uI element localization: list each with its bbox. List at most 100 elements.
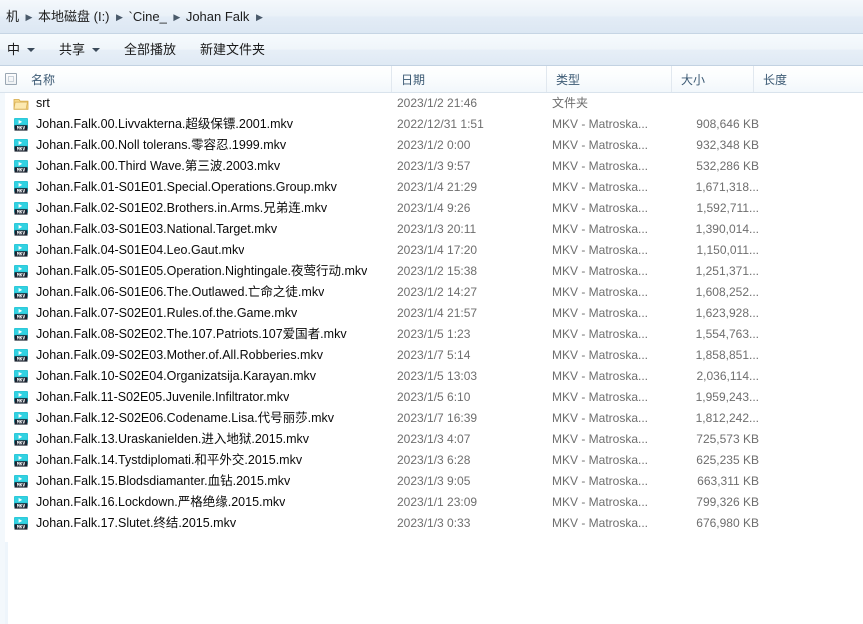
file-date-cell: 2023/1/3 9:57 (397, 159, 471, 173)
column-header-label: 类型 (556, 72, 581, 87)
file-row[interactable]: MKV Johan.Falk.01-S01E01.Special.Operatio… (0, 177, 863, 198)
file-name-cell[interactable]: MKV Johan.Falk.04-S01E04.Leo.Gaut.mkv (5, 243, 397, 259)
file-row[interactable]: MKV Johan.Falk.13.Uraskanielden.进入地狱.2015… (0, 429, 863, 450)
mkv-file-icon: MKV (13, 159, 29, 175)
svg-text:MKV: MKV (17, 188, 26, 194)
file-name-cell[interactable]: MKV Johan.Falk.07-S02E01.Rules.of.the.Gam… (5, 306, 397, 322)
file-row[interactable]: MKV Johan.Falk.04-S01E04.Leo.Gaut.mkv 2023… (0, 240, 863, 261)
file-name-cell[interactable]: MKV Johan.Falk.03-S01E03.National.Target.… (5, 222, 397, 238)
file-name-cell[interactable]: MKV Johan.Falk.02-S01E02.Brothers.in.Arms… (5, 201, 397, 217)
file-list[interactable]: srt 2023/1/2 21:46 文件夹 MKV Johan.Falk.00.Liv… (0, 93, 863, 624)
file-row[interactable]: MKV Johan.Falk.10-S02E04.Organizatsija.Ka… (0, 366, 863, 387)
svg-text:MKV: MKV (17, 251, 26, 257)
chevron-down-icon[interactable] (92, 47, 101, 52)
file-row[interactable]: MKV Johan.Falk.00.Noll tolerans.零容忍.1999.… (0, 135, 863, 156)
file-type-cell: MKV - Matroska... (552, 348, 649, 362)
toolbar-button-1[interactable]: 共享 (48, 37, 113, 63)
file-name-cell[interactable]: MKV Johan.Falk.13.Uraskanielden.进入地狱.2015… (5, 432, 397, 448)
file-name-cell[interactable]: MKV Johan.Falk.16.Lockdown.严格绝缘.2015.mkv (5, 495, 397, 511)
breadcrumb-item-0[interactable]: 机 (6, 6, 22, 28)
file-row[interactable]: MKV Johan.Falk.02-S01E02.Brothers.in.Arms… (0, 198, 863, 219)
breadcrumb-separator-icon[interactable]: ▶ (22, 8, 36, 26)
toolbar-button-2[interactable]: 全部播放 (113, 37, 189, 63)
svg-text:MKV: MKV (17, 146, 26, 152)
column-header-size[interactable]: 大小 (672, 66, 754, 92)
file-date-cell: 2022/12/31 1:51 (397, 117, 484, 131)
file-row[interactable]: MKV Johan.Falk.00.Livvakterna.超级保镖.2001.m… (0, 114, 863, 135)
file-row[interactable]: MKV Johan.Falk.08-S02E02.The.107.Patriots… (0, 324, 863, 345)
file-type-cell: MKV - Matroska... (552, 138, 649, 152)
file-name-cell[interactable]: MKV Johan.Falk.00.Livvakterna.超级保镖.2001.m… (5, 117, 397, 133)
checkbox-icon[interactable] (5, 73, 17, 85)
file-size-cell: 1,251,371... (695, 264, 759, 278)
file-name-cell[interactable]: MKV Johan.Falk.11-S02E05.Juvenile.Infiltr… (5, 390, 397, 406)
svg-text:MKV: MKV (17, 272, 26, 278)
file-type-cell: MKV - Matroska... (552, 453, 649, 467)
toolbar-button-3[interactable]: 新建文件夹 (189, 37, 278, 63)
file-row[interactable]: MKV Johan.Falk.17.Slutet.终结.2015.mkv 2023/… (0, 513, 863, 534)
file-name-cell[interactable]: srt (5, 96, 397, 112)
chevron-down-icon[interactable] (27, 47, 36, 52)
column-header-type[interactable]: 类型 (547, 66, 672, 92)
file-name-cell[interactable]: MKV Johan.Falk.15.Blodsdiamanter.血钻.2015.… (5, 474, 397, 490)
file-type-cell: MKV - Matroska... (552, 474, 649, 488)
file-name-cell[interactable]: MKV Johan.Falk.09-S02E03.Mother.of.All.Ro… (5, 348, 397, 364)
breadcrumb-separator-icon[interactable]: ▶ (252, 8, 266, 26)
file-name-label: Johan.Falk.11-S02E05.Juvenile.Infiltrato… (36, 390, 290, 404)
file-date-cell: 2023/1/7 16:39 (397, 411, 478, 425)
file-row[interactable]: MKV Johan.Falk.07-S02E01.Rules.of.the.Gam… (0, 303, 863, 324)
svg-text:MKV: MKV (17, 503, 26, 509)
breadcrumb-separator-icon[interactable]: ▶ (170, 8, 184, 26)
file-name-cell[interactable]: MKV Johan.Falk.05-S01E05.Operation.Nighti… (5, 264, 397, 280)
address-bar: 机 ▶ 本地磁盘 (I:) ▶ `Cine_ ▶ Johan Falk ▶ (0, 0, 863, 34)
svg-text:MKV: MKV (17, 440, 26, 446)
select-all-checkbox[interactable] (0, 66, 22, 92)
file-size-cell: 532,286 KB (696, 159, 759, 173)
file-name-cell[interactable]: MKV Johan.Falk.17.Slutet.终结.2015.mkv (5, 516, 397, 532)
file-row[interactable]: MKV Johan.Falk.00.Third Wave.第三波.2003.mkv… (0, 156, 863, 177)
column-header-date[interactable]: 日期 (392, 66, 547, 92)
file-explorer-window: 机 ▶ 本地磁盘 (I:) ▶ `Cine_ ▶ Johan Falk ▶ 中共享 全部播放 新建… (0, 0, 863, 624)
svg-text:MKV: MKV (17, 209, 26, 215)
file-row[interactable]: MKV Johan.Falk.15.Blodsdiamanter.血钻.2015.… (0, 471, 863, 492)
file-name-label: Johan.Falk.00.Noll tolerans.零容忍.1999.mkv (36, 138, 287, 152)
file-name-cell[interactable]: MKV Johan.Falk.12-S02E06.Codename.Lisa.代号… (5, 411, 397, 427)
file-name-label: Johan.Falk.07-S02E01.Rules.of.the.Game.m… (36, 306, 298, 320)
file-size-cell: 725,573 KB (696, 432, 759, 446)
file-name-cell[interactable]: MKV Johan.Falk.00.Noll tolerans.零容忍.1999.… (5, 138, 397, 154)
breadcrumb-item-2[interactable]: `Cine_ (127, 6, 170, 28)
breadcrumb: 机 ▶ 本地磁盘 (I:) ▶ `Cine_ ▶ Johan Falk ▶ (6, 6, 857, 28)
file-size-cell: 1,592,711... (696, 201, 760, 215)
column-header-label: 长度 (763, 72, 788, 87)
file-row[interactable]: MKV Johan.Falk.14.Tystdiplomati.和平外交.2015… (0, 450, 863, 471)
breadcrumb-separator-icon[interactable]: ▶ (113, 8, 127, 26)
file-name-cell[interactable]: MKV Johan.Falk.10-S02E04.Organizatsija.Ka… (5, 369, 397, 385)
file-name-cell[interactable]: MKV Johan.Falk.08-S02E02.The.107.Patriots… (5, 327, 397, 343)
file-row[interactable]: MKV Johan.Falk.09-S02E03.Mother.of.All.Ro… (0, 345, 863, 366)
file-name-cell[interactable]: MKV Johan.Falk.06-S01E06.The.Outlawed.亡命之… (5, 285, 397, 301)
file-name-cell[interactable]: MKV Johan.Falk.01-S01E01.Special.Operatio… (5, 180, 397, 196)
file-size-cell: 1,150,011... (696, 243, 760, 257)
file-row[interactable]: MKV Johan.Falk.06-S01E06.The.Outlawed.亡命之… (0, 282, 863, 303)
file-row[interactable]: MKV Johan.Falk.16.Lockdown.严格绝缘.2015.mkv 2… (0, 492, 863, 513)
file-name-label: Johan.Falk.17.Slutet.终结.2015.mkv (36, 516, 237, 530)
breadcrumb-item-3[interactable]: Johan Falk (184, 6, 253, 28)
file-name-cell[interactable]: MKV Johan.Falk.00.Third Wave.第三波.2003.mkv (5, 159, 397, 175)
file-row[interactable]: srt 2023/1/2 21:46 文件夹 (0, 93, 863, 114)
file-row[interactable]: MKV Johan.Falk.05-S01E05.Operation.Nighti… (0, 261, 863, 282)
file-name-label: Johan.Falk.15.Blodsdiamanter.血钻.2015.mkv (36, 474, 291, 488)
file-row[interactable]: MKV Johan.Falk.12-S02E06.Codename.Lisa.代号… (0, 408, 863, 429)
column-header-length[interactable]: 长度 (754, 66, 858, 92)
mkv-file-icon: MKV (13, 327, 29, 343)
file-row[interactable]: MKV Johan.Falk.11-S02E05.Juvenile.Infiltr… (0, 387, 863, 408)
toolbar-button-0[interactable]: 中 (4, 37, 48, 63)
file-name-cell[interactable]: MKV Johan.Falk.14.Tystdiplomati.和平外交.2015… (5, 453, 397, 469)
column-header-name[interactable]: 名称 (22, 66, 392, 92)
file-type-cell: MKV - Matroska... (552, 411, 649, 425)
file-size-cell: 1,554,763... (695, 327, 759, 341)
breadcrumb-item-1[interactable]: 本地磁盘 (I:) (36, 6, 113, 28)
toolbar-button-label: 共享 (59, 41, 86, 57)
file-row[interactable]: MKV Johan.Falk.03-S01E03.National.Target.… (0, 219, 863, 240)
file-size-cell: 1,390,014... (695, 222, 759, 236)
file-date-cell: 2023/1/3 9:05 (397, 474, 471, 488)
